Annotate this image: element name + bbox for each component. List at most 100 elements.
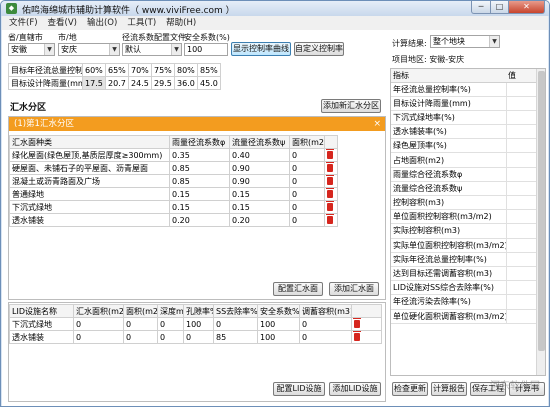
menu-file[interactable]: 文件(F) bbox=[4, 16, 43, 30]
rain-coef[interactable]: 0.15 bbox=[169, 187, 230, 201]
flow-coef[interactable]: 0.90 bbox=[229, 161, 290, 175]
lid-ss[interactable]: 85 bbox=[213, 330, 258, 344]
table-header: 汇水面种类 雨量径流系数φ 流量径流系数ψ 面积(m2) bbox=[9, 135, 338, 149]
menu-output[interactable]: 输出(O) bbox=[82, 16, 122, 30]
trash-icon[interactable] bbox=[324, 148, 338, 162]
close-button[interactable]: ✕ bbox=[509, 1, 545, 14]
flow-coef[interactable]: 0.40 bbox=[229, 148, 290, 162]
trash-icon[interactable] bbox=[324, 200, 338, 214]
flow-coef[interactable]: 0.90 bbox=[229, 174, 290, 188]
calc-report-button[interactable]: 计算报告 bbox=[431, 382, 467, 396]
result-row: 雨量综合径流系数φ bbox=[391, 167, 536, 182]
lid-porosity[interactable]: 0 bbox=[183, 330, 214, 344]
lid-porosity[interactable]: 100 bbox=[183, 317, 214, 331]
lid-safety[interactable]: 100 bbox=[257, 317, 300, 331]
lid-safety[interactable]: 100 bbox=[257, 330, 300, 344]
rate-cell[interactable]: 80% bbox=[174, 63, 198, 77]
check-update-button[interactable]: 检查更新 bbox=[392, 382, 428, 396]
rain-coef[interactable]: 0.85 bbox=[169, 174, 230, 188]
add-catchment-button[interactable]: 添加新汇水分区 bbox=[321, 99, 381, 113]
config-lid-button[interactable]: 配置LID设施 bbox=[273, 382, 325, 396]
area[interactable]: 0 bbox=[289, 148, 325, 162]
trash-icon[interactable] bbox=[351, 317, 382, 331]
flow-coef[interactable]: 0.15 bbox=[229, 200, 290, 214]
rain-cell[interactable]: 45.0 bbox=[197, 76, 221, 90]
area[interactable]: 0 bbox=[289, 174, 325, 188]
flow-coef[interactable]: 0.15 bbox=[229, 187, 290, 201]
maximize-button[interactable]: □ bbox=[491, 1, 509, 14]
catchment-section-title: 汇水分区 bbox=[10, 103, 47, 113]
area[interactable]: 0 bbox=[289, 161, 325, 175]
rate-cell[interactable]: 85% bbox=[197, 63, 221, 77]
menu-help[interactable]: 帮助(H) bbox=[161, 16, 201, 30]
rate-cell[interactable]: 65% bbox=[105, 63, 129, 77]
add-lid-button[interactable]: 添加LID设施 bbox=[329, 382, 381, 396]
lid-catch-area[interactable]: 0 bbox=[73, 330, 124, 344]
rain-cell[interactable]: 20.7 bbox=[105, 76, 129, 90]
indicator-label: 控制容积(m3) bbox=[391, 195, 506, 211]
row-label: 目标设计降雨量(mm) bbox=[8, 76, 83, 90]
area[interactable]: 0 bbox=[289, 200, 325, 214]
rain-coef[interactable]: 0.85 bbox=[169, 161, 230, 175]
catchment-tab-label: (1)第1汇水分区 bbox=[14, 119, 74, 129]
trash-icon[interactable] bbox=[324, 213, 338, 227]
scope-select[interactable]: 整个地块 ▼ bbox=[430, 35, 500, 48]
menu-view[interactable]: 查看(V) bbox=[43, 16, 82, 30]
area[interactable]: 0 bbox=[289, 213, 325, 227]
runoff-config-select[interactable]: 默认 ▼ bbox=[122, 43, 182, 56]
results-scrollbar[interactable] bbox=[536, 69, 545, 375]
trash-icon[interactable] bbox=[324, 174, 338, 188]
show-curve-button[interactable]: 显示控制率曲线 bbox=[231, 42, 291, 56]
title-bar[interactable]: ◆ 佑鸣海绵城市辅助计算软件（ www.viviFree.com ） ─ □ ✕ bbox=[1, 1, 549, 16]
lid-area[interactable]: 0 bbox=[123, 317, 158, 331]
rate-cell[interactable]: 60% bbox=[82, 63, 106, 77]
lid-catch-area[interactable]: 0 bbox=[73, 317, 124, 331]
table-row: 下沉式绿地 0 0 0 100 0 100 0 bbox=[9, 317, 382, 331]
minimize-button[interactable]: ─ bbox=[471, 1, 491, 14]
indicator-label: 单位面积控制容积(m3/m2) bbox=[391, 209, 506, 225]
rate-cell[interactable]: 70% bbox=[128, 63, 152, 77]
results-panel: 计算结果: 整个地块 ▼ 项目地区: 安徽-安庆 指标 值 年径流总量控制率(%… bbox=[390, 32, 546, 404]
safety-input[interactable]: 100 bbox=[184, 43, 228, 56]
rain-cell[interactable]: 29.5 bbox=[151, 76, 175, 90]
rain-cell[interactable]: 36.0 bbox=[174, 76, 198, 90]
safety-label: 安全系数(%) bbox=[184, 33, 230, 42]
lid-area[interactable]: 0 bbox=[123, 330, 158, 344]
add-surface-button[interactable]: 添加汇水面 bbox=[329, 282, 379, 296]
province-select[interactable]: 安徽 ▼ bbox=[8, 43, 55, 56]
rain-cell[interactable]: 17.5 bbox=[82, 76, 106, 90]
lid-depth[interactable]: 0 bbox=[157, 330, 184, 344]
catchment-tab[interactable]: (1)第1汇水分区 × bbox=[9, 117, 385, 131]
lid-ss[interactable]: 0 bbox=[213, 317, 258, 331]
trash-icon[interactable] bbox=[324, 161, 338, 175]
config-surface-button[interactable]: 配置汇水面 bbox=[273, 282, 323, 296]
indicator-label: 实际控制容积(m3) bbox=[391, 223, 506, 239]
indicator-value bbox=[505, 167, 536, 182]
indicator-value bbox=[505, 195, 536, 211]
custom-rate-button[interactable]: 自定义控制率 bbox=[294, 42, 344, 56]
chevron-down-icon: ▼ bbox=[44, 44, 54, 55]
scrollbar-thumb[interactable] bbox=[538, 71, 545, 351]
city-select[interactable]: 安庆 ▼ bbox=[58, 43, 120, 56]
indicator-label: 占地面积(m2) bbox=[391, 152, 506, 168]
menu-tools[interactable]: 工具(T) bbox=[122, 16, 161, 30]
indicator-value bbox=[505, 138, 536, 154]
column-header: 面积(m2) bbox=[289, 135, 325, 149]
column-header: 指标 bbox=[391, 69, 506, 83]
rain-cell[interactable]: 24.5 bbox=[128, 76, 152, 90]
flow-coef[interactable]: 0.20 bbox=[229, 213, 290, 227]
indicator-value bbox=[505, 280, 536, 296]
rain-coef[interactable]: 0.35 bbox=[169, 148, 230, 162]
rain-coef[interactable]: 0.20 bbox=[169, 213, 230, 227]
chevron-down-icon: ▼ bbox=[171, 44, 181, 55]
rain-coef[interactable]: 0.15 bbox=[169, 200, 230, 214]
lid-depth[interactable]: 0 bbox=[157, 317, 184, 331]
column-header: 孔隙率% bbox=[183, 304, 214, 318]
trash-icon[interactable] bbox=[324, 187, 338, 201]
trash-icon[interactable] bbox=[351, 330, 382, 344]
rate-cell[interactable]: 75% bbox=[151, 63, 175, 77]
window-title: 佑鸣海绵城市辅助计算软件（ www.viviFree.com ） bbox=[22, 6, 235, 16]
area[interactable]: 0 bbox=[289, 187, 325, 201]
lid-name: 下沉式绿地 bbox=[9, 317, 74, 331]
close-icon[interactable]: × bbox=[373, 117, 381, 131]
